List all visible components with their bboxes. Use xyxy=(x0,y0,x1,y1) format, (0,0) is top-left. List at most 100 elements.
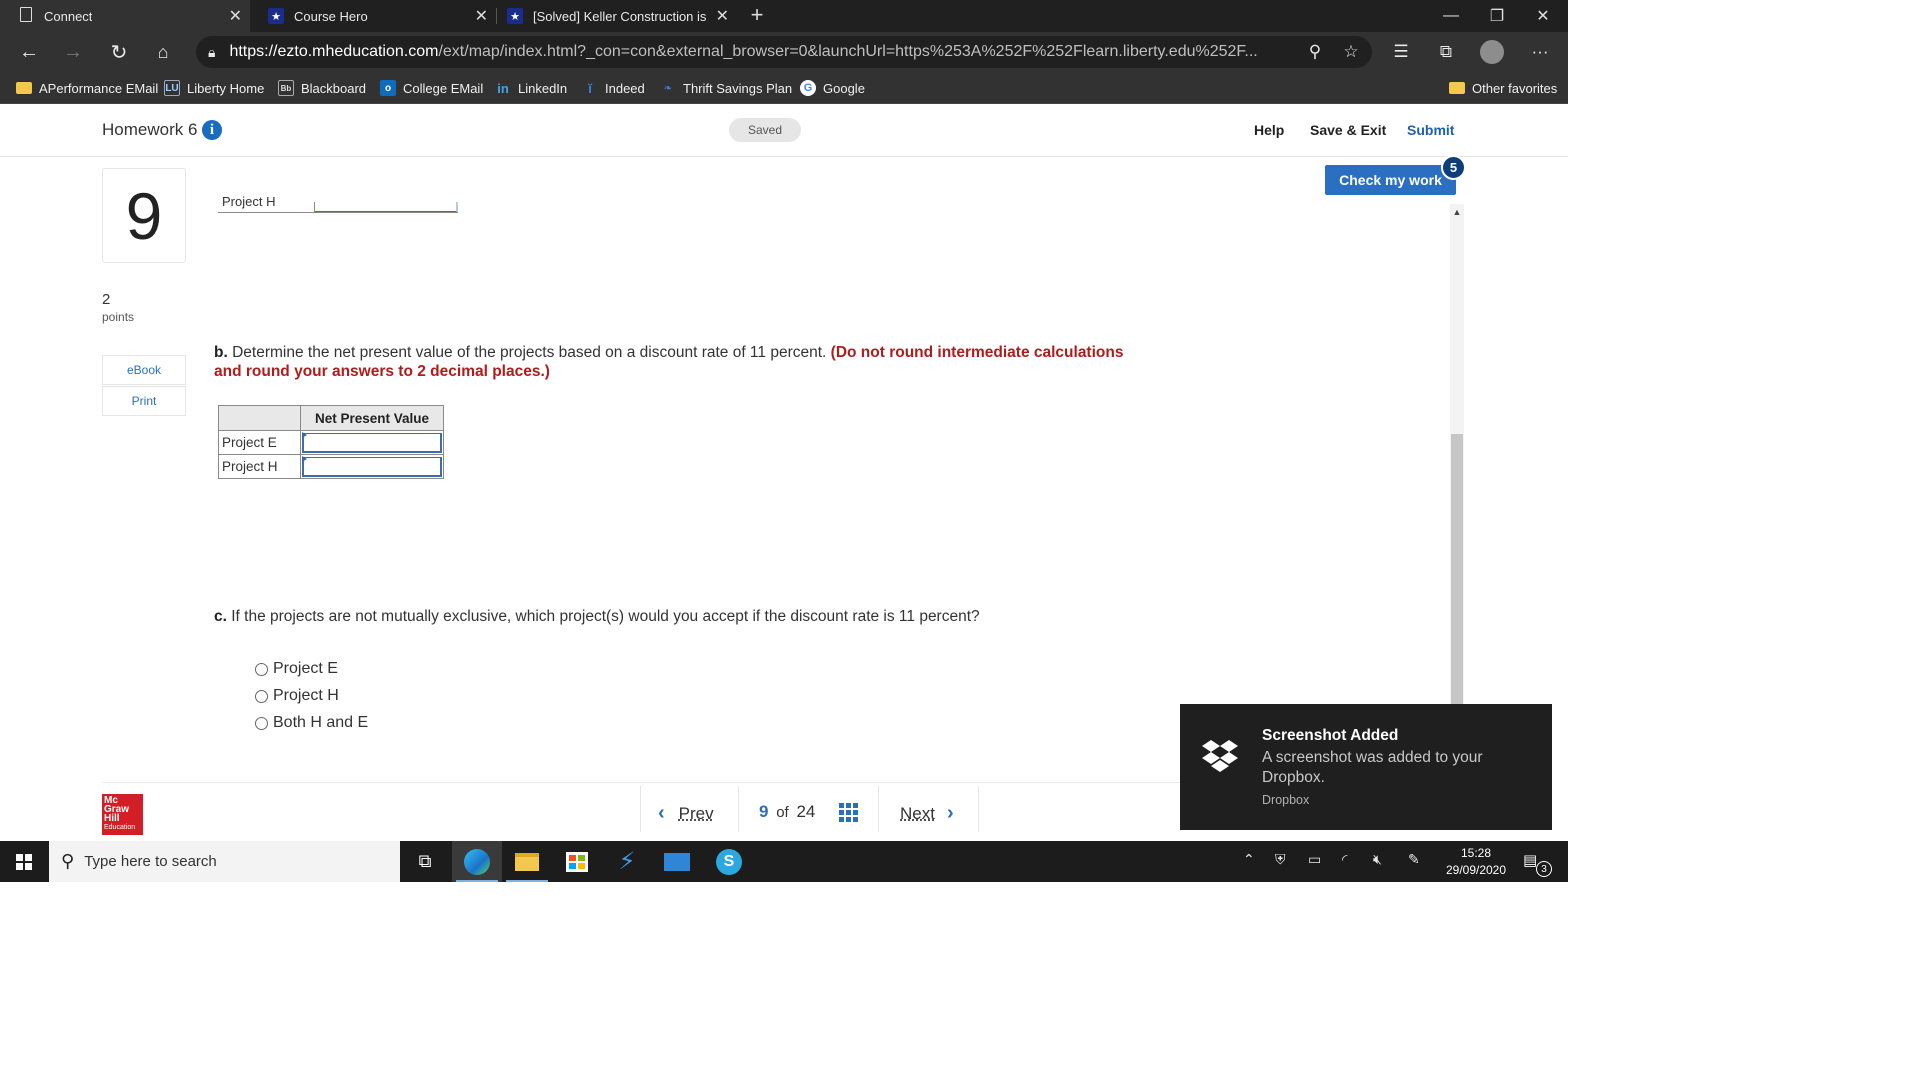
save-exit-link[interactable]: Save & Exit xyxy=(1310,122,1386,138)
saved-status-badge: Saved xyxy=(729,118,801,142)
next-label: Next xyxy=(900,803,935,823)
submit-link[interactable]: Submit xyxy=(1407,122,1454,138)
cell-marker-icon xyxy=(302,456,307,462)
radio-button[interactable] xyxy=(255,689,268,703)
taskbar-search[interactable]: ⚲ Type here to search xyxy=(49,841,400,882)
npv-cell xyxy=(300,430,444,455)
edge-app[interactable] xyxy=(452,841,502,882)
windows-icon xyxy=(16,853,32,870)
table-header-row: Net Present Value xyxy=(218,405,444,431)
npv-project-h-input[interactable] xyxy=(302,456,442,477)
part-b-note-2: and round your answers to 2 decimal plac… xyxy=(214,363,550,380)
file-explorer-app[interactable] xyxy=(502,841,552,882)
chevron-left-icon: ‹ xyxy=(658,802,665,824)
option-project-e[interactable]: Project E xyxy=(255,658,338,680)
current-question: 9 xyxy=(759,802,769,821)
taskbar-clock[interactable]: 15:28 29/09/2020 xyxy=(1436,845,1516,879)
new-tab-icon[interactable]: + xyxy=(745,4,769,28)
battery-icon[interactable]: ▭ xyxy=(1308,851,1321,868)
toast-title: Screenshot Added xyxy=(1262,727,1399,744)
help-link[interactable]: Help xyxy=(1254,122,1284,138)
fav-label: APerformance EMail xyxy=(39,80,159,96)
tab-course-hero[interactable]: ★ Course Hero ✕ xyxy=(250,0,496,32)
question-grid-icon[interactable] xyxy=(839,803,858,822)
ebook-link[interactable]: eBook xyxy=(102,355,186,385)
collections-icon[interactable]: ⧉ xyxy=(1433,40,1459,64)
next-button[interactable]: Next › xyxy=(900,802,954,825)
store-app[interactable] xyxy=(552,841,602,882)
minimize-icon[interactable]: — xyxy=(1428,0,1474,32)
part-c-prompt: c. If the projects are not mutually excl… xyxy=(214,607,980,626)
power-automate-icon[interactable]: ⚡ xyxy=(602,841,652,882)
folder-icon xyxy=(515,852,539,871)
question-number: 9 xyxy=(102,168,186,263)
tab-keller-construction[interactable]: ★ [Solved] Keller Construction is co ✕ xyxy=(497,0,737,32)
prev-button[interactable]: ‹ Prev xyxy=(658,802,714,825)
toast-body: A screenshot was added to your Dropbox. xyxy=(1262,749,1483,786)
skype-app[interactable]: S xyxy=(704,841,754,882)
close-window-icon[interactable]: ✕ xyxy=(1520,0,1566,32)
fav-thrift-savings-plan[interactable]: ❧ Thrift Savings Plan xyxy=(660,78,792,98)
info-icon[interactable]: i xyxy=(202,120,222,140)
fav-aperformance-email[interactable]: APerformance EMail xyxy=(16,78,158,98)
favorites-bar: APerformance EMail LU Liberty Home Bb Bl… xyxy=(0,72,1568,104)
radio-button[interactable] xyxy=(255,662,268,676)
fav-label: Blackboard xyxy=(301,80,367,96)
part-c-letter: c. xyxy=(214,608,227,625)
part-b-text: Determine the net present value of the p… xyxy=(232,344,827,361)
tab-connect[interactable]: Connect ✕ xyxy=(0,0,250,32)
fav-other-favorites[interactable]: Other favorites xyxy=(1449,78,1557,98)
pen-icon[interactable]: ✎ xyxy=(1408,851,1420,868)
fav-blackboard[interactable]: Bb Blackboard xyxy=(278,78,366,98)
linkedin-icon: in xyxy=(497,80,509,96)
start-button[interactable] xyxy=(0,841,48,882)
fav-google[interactable]: G Google xyxy=(800,78,865,98)
npv-table: Net Present Value Project E Project H xyxy=(218,405,444,479)
radio-button[interactable] xyxy=(255,716,268,730)
profile-avatar-icon[interactable] xyxy=(1479,40,1505,64)
back-icon[interactable]: ← xyxy=(14,38,44,66)
chevron-right-icon: › xyxy=(946,802,954,824)
points-label: points xyxy=(102,310,135,324)
footer-separator xyxy=(878,786,879,832)
restore-icon[interactable]: ❐ xyxy=(1474,0,1520,32)
previous-table-fragment: Project H xyxy=(218,196,458,213)
wifi-icon[interactable]: ◜ xyxy=(1342,851,1347,868)
home-icon[interactable]: ⌂ xyxy=(148,38,178,66)
cell-marker-icon xyxy=(302,432,307,438)
key-icon[interactable]: ⚲ xyxy=(1302,40,1328,64)
close-icon[interactable]: ✕ xyxy=(229,6,242,26)
npv-cell xyxy=(300,454,444,479)
close-icon[interactable]: ✕ xyxy=(716,6,729,26)
check-my-work-button[interactable]: Check my work xyxy=(1325,165,1456,195)
more-menu-icon[interactable]: ··· xyxy=(1527,40,1553,64)
tsp-icon: ❧ xyxy=(663,82,673,94)
chevron-up-icon[interactable]: ⌃ xyxy=(1243,851,1255,868)
dropbox-notification[interactable]: Screenshot Added A screenshot was added … xyxy=(1180,704,1552,830)
outlook-icon: o xyxy=(380,80,396,96)
fav-liberty-home[interactable]: LU Liberty Home xyxy=(164,78,264,98)
option-label: Project E xyxy=(273,660,338,677)
fav-college-email[interactable]: o College EMail xyxy=(380,78,483,98)
print-link[interactable]: Print xyxy=(102,386,186,416)
favorites-list-icon[interactable]: ☰ xyxy=(1388,40,1414,64)
scrollbar-thumb[interactable] xyxy=(1451,434,1463,704)
total-questions: 24 xyxy=(796,802,816,821)
task-view-icon[interactable]: ⧉ xyxy=(400,841,450,882)
option-project-h[interactable]: Project H xyxy=(255,685,339,707)
refresh-icon[interactable]: ↻ xyxy=(104,38,134,66)
url-field[interactable]: 🔒︎ https://ezto.mheducation.com /ext/map… xyxy=(196,36,1372,68)
close-icon[interactable]: ✕ xyxy=(475,6,488,26)
option-both[interactable]: Both H and E xyxy=(255,712,368,734)
scroll-up-icon[interactable]: ▲ xyxy=(1450,204,1464,220)
npv-project-e-input[interactable] xyxy=(302,432,442,453)
mail-app[interactable] xyxy=(652,841,702,882)
volume-muted-icon[interactable]: 🔇︎ xyxy=(1373,851,1382,868)
fav-indeed[interactable]: ĭ Indeed xyxy=(582,78,645,98)
security-icon[interactable]: ⛨ xyxy=(1275,851,1286,868)
favorite-star-icon[interactable]: ☆ xyxy=(1338,40,1364,64)
clock-time: 15:28 xyxy=(1460,846,1492,860)
fav-linkedin[interactable]: in LinkedIn xyxy=(495,78,567,98)
forward-icon[interactable]: → xyxy=(58,38,88,66)
mcgraw-hill-logo: Mc Graw Hill Education xyxy=(102,794,143,835)
